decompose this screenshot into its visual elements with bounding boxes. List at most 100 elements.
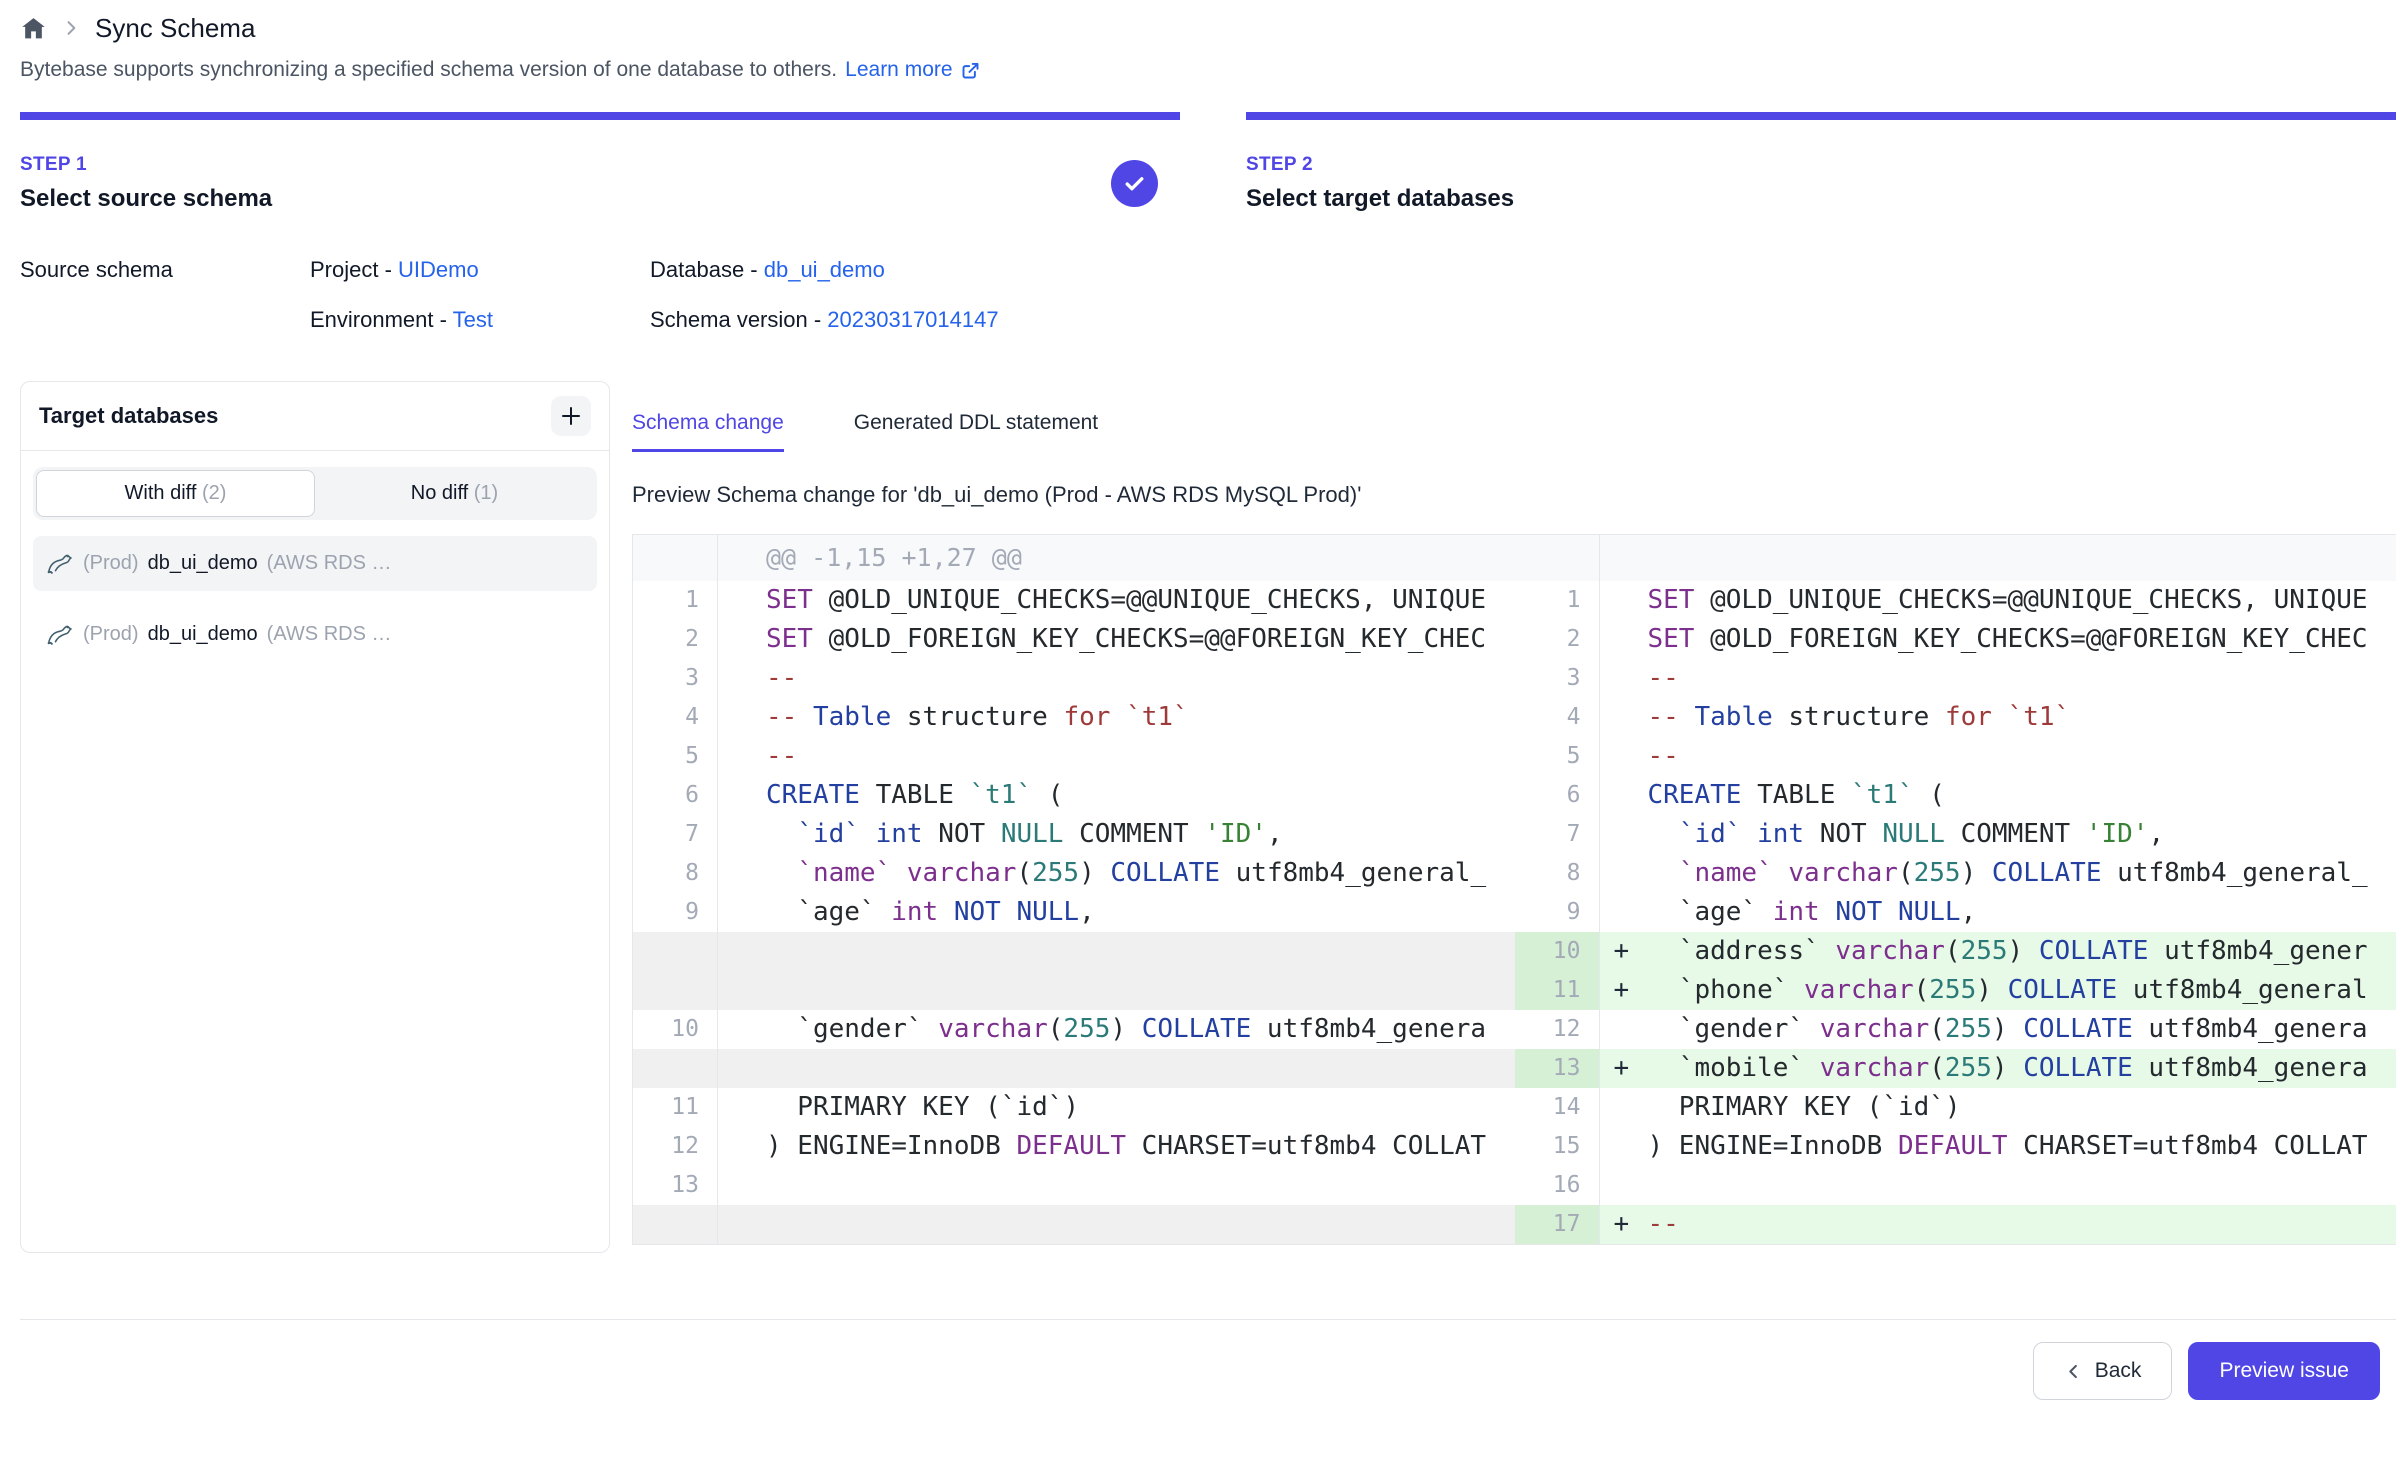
diff-code-line-right: SET @OLD_FOREIGN_KEY_CHECKS=@@FOREIGN_KE… — [1599, 620, 2396, 659]
diff-row: 10 `gender` varchar(255) COLLATE utf8mb4… — [633, 1010, 2396, 1049]
diff-line-number-left: 4 — [633, 698, 717, 737]
diff-row: 10+ `address` varchar(255) COLLATE utf8m… — [633, 932, 2396, 971]
diff-code-line-right: + `mobile` varchar(255) COLLATE utf8mb4_… — [1599, 1049, 2396, 1088]
diff-row: 6CREATE TABLE `t1` (6CREATE TABLE `t1` ( — [633, 776, 2396, 815]
diff-add-marker: + — [1614, 1049, 1630, 1088]
source-field-value-link[interactable]: 20230317014147 — [827, 307, 998, 332]
step-2-title: Select target databases — [1246, 185, 1514, 213]
tab-generated-ddl-statement[interactable]: Generated DDL statement — [854, 411, 1098, 452]
diff-code-line-right: `id` int NOT NULL COMMENT 'ID', — [1599, 815, 2396, 854]
diff-code-line-left: `age` int NOT NULL, — [717, 893, 1515, 932]
source-schema-section: Source schema Project - UIDemoDatabase -… — [20, 257, 2396, 333]
add-target-database-button[interactable] — [551, 396, 591, 436]
source-field-database: Database - db_ui_demo — [650, 257, 999, 283]
mysql-icon — [45, 549, 74, 578]
diff-line-number-right: 3 — [1515, 659, 1599, 698]
diff-code-line-left — [717, 1205, 1515, 1244]
database-instance: (AWS RDS MySQL Prod) — [267, 552, 405, 575]
intro-description: Bytebase supports synchronizing a specif… — [20, 58, 837, 82]
diff-code-line-left: `name` varchar(255) COLLATE utf8mb4_gene… — [717, 854, 1515, 893]
diff-code-line-right: + `address` varchar(255) COLLATE utf8mb4… — [1599, 932, 2396, 971]
preview-issue-button[interactable]: Preview issue — [2188, 1342, 2380, 1400]
diff-code-line-left — [717, 971, 1515, 1010]
diff-line-number-left: 3 — [633, 659, 717, 698]
diff-row: 13+ `mobile` varchar(255) COLLATE utf8mb… — [633, 1049, 2396, 1088]
tab-with-diff[interactable]: With diff (2) — [36, 470, 315, 517]
diff-code-line-right: PRIMARY KEY (`id`) — [1599, 1088, 2396, 1127]
page-title: Sync Schema — [95, 13, 255, 44]
diff-code-line-right: -- — [1599, 737, 2396, 776]
diff-line-number-right: 12 — [1515, 1010, 1599, 1049]
diff-row: 3--3-- — [633, 659, 2396, 698]
diff-line-number-left — [633, 1205, 717, 1244]
learn-more-link[interactable]: Learn more — [845, 58, 980, 82]
back-button[interactable]: Back — [2033, 1342, 2173, 1400]
step-1-label: STEP 1 — [20, 154, 272, 176]
target-database-list: (Prod) db_ui_demo (AWS RDS MySQL Prod) (Pro… — [21, 520, 609, 678]
tab-no-diff[interactable]: No diff (1) — [315, 470, 594, 517]
home-icon[interactable] — [20, 15, 47, 42]
diff-code-line-left — [717, 932, 1515, 971]
source-field-label: Environment - — [310, 307, 453, 332]
diff-filter-tabs: With diff (2)No diff (1) — [33, 467, 597, 520]
diff-code-line-left: -- — [717, 737, 1515, 776]
diff-line-number-left: 11 — [633, 1088, 717, 1127]
diff-code-line-right — [1599, 535, 2396, 581]
diff-hunk-header-row: @@ -1,15 +1,27 @@ — [633, 535, 2396, 581]
diff-code-line-left — [717, 1166, 1515, 1205]
source-field-project: Project - UIDemo — [310, 257, 650, 283]
diff-row: 11+ `phone` varchar(255) COLLATE utf8mb4… — [633, 971, 2396, 1010]
diff-code-line-left: `id` int NOT NULL COMMENT 'ID', — [717, 815, 1515, 854]
diff-add-marker: + — [1614, 971, 1630, 1010]
learn-more-label: Learn more — [845, 58, 952, 82]
diff-row: 8 `name` varchar(255) COLLATE utf8mb4_ge… — [633, 854, 2396, 893]
diff-line-number-left — [633, 971, 717, 1010]
breadcrumb: Sync Schema — [20, 0, 2396, 44]
database-instance: (AWS RDS MySQL Prod) — [267, 623, 405, 646]
database-environment: (Prod) — [83, 623, 139, 646]
source-field-value-link[interactable]: Test — [453, 307, 493, 332]
diff-line-number-left — [633, 535, 717, 581]
source-field-environment: Environment - Test — [310, 307, 650, 333]
diff-line-number-right: 8 — [1515, 854, 1599, 893]
preview-tabs: Schema change Generated DDL statement — [632, 411, 2396, 452]
preview-title: Preview Schema change for 'db_ui_demo (P… — [632, 482, 2396, 508]
back-button-label: Back — [2095, 1359, 2142, 1383]
source-field-label: Project - — [310, 257, 398, 282]
diff-code-line-right: -- — [1599, 659, 2396, 698]
step-2-label: STEP 2 — [1246, 154, 1514, 176]
source-field-value-link[interactable]: db_ui_demo — [764, 257, 885, 282]
step-completed-check-icon — [1111, 160, 1158, 207]
preview-section: Schema change Generated DDL statement Pre… — [632, 381, 2396, 1245]
diff-code-line-left: ) ENGINE=InnoDB DEFAULT CHARSET=utf8mb4 … — [717, 1127, 1515, 1166]
diff-code-line-right: +-- — [1599, 1205, 2396, 1244]
database-environment: (Prod) — [83, 552, 139, 575]
database-name: db_ui_demo — [148, 623, 258, 646]
source-field-value-link[interactable]: UIDemo — [398, 257, 479, 282]
step-1-title: Select source schema — [20, 185, 272, 213]
diff-code-line-left — [717, 1049, 1515, 1088]
tab-label: With diff — [125, 482, 202, 504]
diff-code-line-right: `gender` varchar(255) COLLATE utf8mb4_ge… — [1599, 1010, 2396, 1049]
diff-row: 11 PRIMARY KEY (`id`)14 PRIMARY KEY (`id… — [633, 1088, 2396, 1127]
footer-actions: Back Preview issue — [20, 1319, 2396, 1400]
diff-code-line-left: SET @OLD_FOREIGN_KEY_CHECKS=@@FOREIGN_KE… — [717, 620, 1515, 659]
diff-line-number-right: 16 — [1515, 1166, 1599, 1205]
diff-row: 17+-- — [633, 1205, 2396, 1244]
step-2-progress-bar — [1246, 112, 2396, 120]
target-database-item[interactable]: (Prod) db_ui_demo (AWS RDS MySQL Prod) — [33, 607, 597, 662]
stepper: STEP 1 Select source schema STEP 2 Selec… — [20, 112, 2396, 213]
external-link-icon — [960, 60, 981, 81]
diff-line-number-right — [1515, 535, 1599, 581]
diff-line-number-right: 10 — [1515, 932, 1599, 971]
diff-code-line-right: ) ENGINE=InnoDB DEFAULT CHARSET=utf8mb4 … — [1599, 1127, 2396, 1166]
diff-line-number-right: 11 — [1515, 971, 1599, 1010]
tab-schema-change[interactable]: Schema change — [632, 411, 784, 452]
target-database-item[interactable]: (Prod)db_ui_demo(AWS RDS MySQL Prod) — [33, 536, 597, 591]
diff-row: 7 `id` int NOT NULL COMMENT 'ID',7 `id` … — [633, 815, 2396, 854]
diff-table: @@ -1,15 +1,27 @@1SET @OLD_UNIQUE_CHECKS… — [632, 534, 2396, 1245]
diff-line-number-left: 12 — [633, 1127, 717, 1166]
diff-line-number-right: 1 — [1515, 581, 1599, 620]
preview-issue-button-label: Preview issue — [2219, 1359, 2349, 1383]
diff-line-number-right: 15 — [1515, 1127, 1599, 1166]
